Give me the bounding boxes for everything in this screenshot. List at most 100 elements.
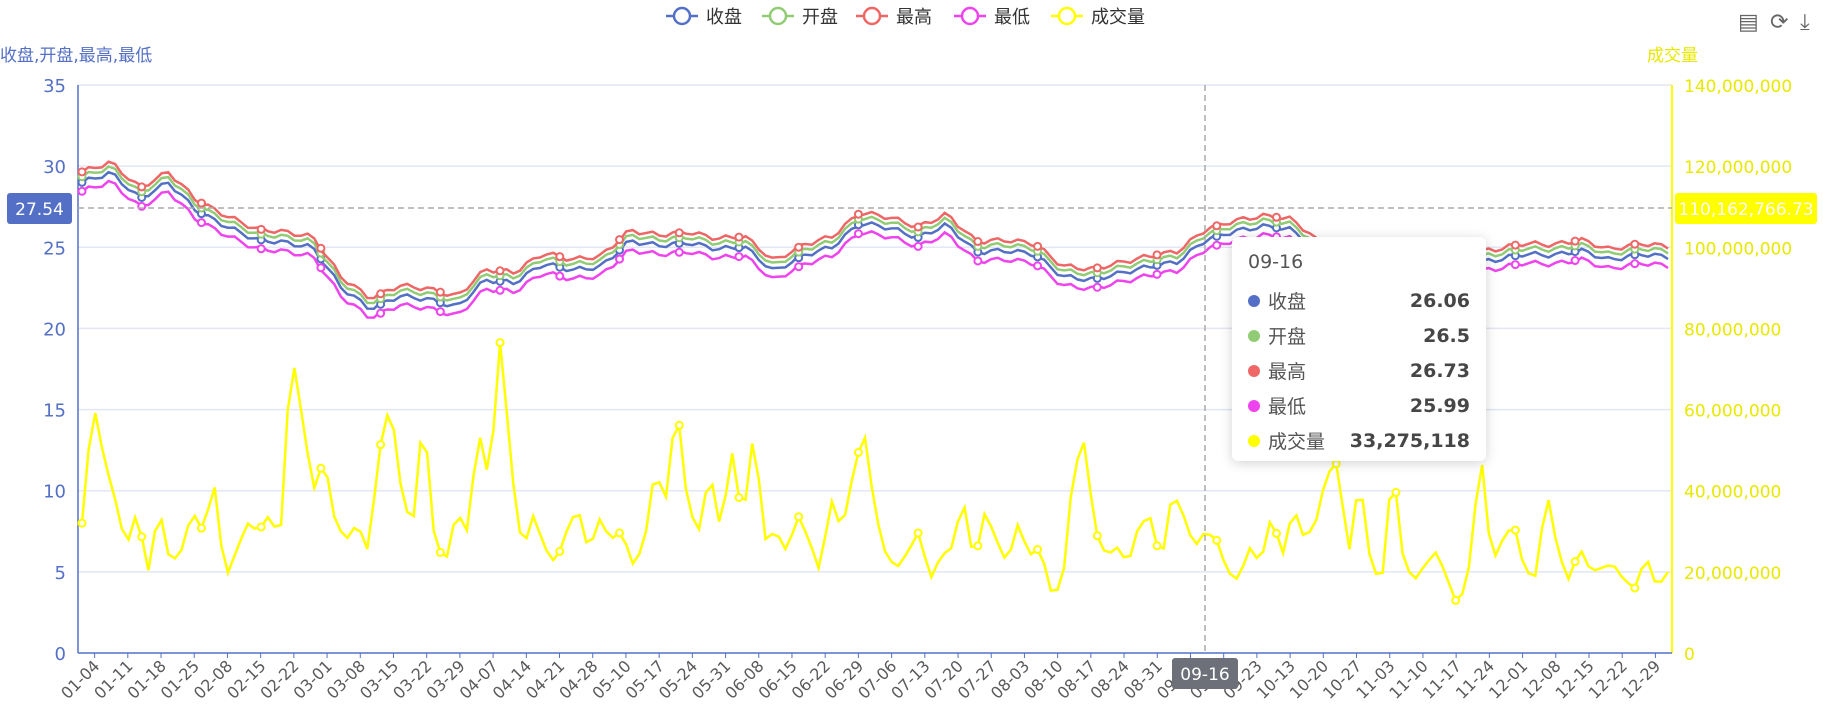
- price-point: [674, 247, 684, 257]
- tooltip-value: 25.99: [1409, 394, 1470, 417]
- volume-point: [1092, 531, 1102, 541]
- tooltip-row: 成交量 33,275,118: [1248, 423, 1470, 458]
- volume-point: [495, 338, 505, 348]
- price-point: [376, 308, 386, 318]
- volume-point: [137, 532, 147, 542]
- price-point: [376, 289, 386, 299]
- price-point: [316, 243, 326, 253]
- tooltip-value: 26.06: [1409, 289, 1470, 312]
- volume-point: [1570, 557, 1580, 567]
- price-point: [435, 307, 445, 317]
- y-right-tick-label: 60,000,000: [1684, 402, 1781, 422]
- y-left-tick-label: 15: [43, 401, 66, 422]
- tooltip-value: 33,275,118: [1349, 429, 1470, 452]
- tooltip-row: 开盘 26.5: [1248, 318, 1470, 353]
- tooltip: 09-16 收盘 26.06 开盘 26.5 最高 26.73 最低 25.99 成交量 33,2…: [1232, 237, 1486, 461]
- price-point: [1092, 282, 1102, 292]
- volume-point: [1331, 459, 1341, 469]
- tooltip-marker: [1248, 329, 1260, 342]
- tooltip-marker: [1248, 294, 1260, 307]
- y-right-axis-name: 成交量: [1647, 46, 1698, 66]
- price-point: [1630, 239, 1640, 249]
- price-point: [1630, 259, 1640, 269]
- price-point: [674, 228, 684, 238]
- y-right-tick-label: 0: [1684, 645, 1695, 665]
- tooltip-value: 26.5: [1423, 324, 1470, 347]
- crosshair-y-left-label: 27.54: [15, 200, 64, 220]
- legend-item: 开盘: [802, 7, 838, 28]
- legend-marker: [1057, 6, 1077, 26]
- price-point: [1212, 221, 1222, 231]
- tooltip-marker: [1248, 399, 1260, 412]
- volume-point: [256, 522, 266, 532]
- price-point: [973, 256, 983, 266]
- crosshair-y-right-label: 110,162,766.73: [1678, 200, 1813, 220]
- legend-marker: [768, 6, 788, 26]
- y-right-tick-label: 40,000,000: [1684, 483, 1781, 503]
- volume-point: [615, 528, 625, 538]
- chart-container: 0 5 10 15 20 25 30 35 0 20,000,000 40,000,000 60,00…: [0, 0, 1823, 713]
- price-point: [1271, 212, 1281, 222]
- tooltip-rows: 收盘 26.06 开盘 26.5 最高 26.73 最低 25.99 成交量 33,275,118: [1248, 283, 1470, 458]
- tooltip-series-name: 开盘: [1268, 326, 1307, 348]
- y-left-tick-label: 30: [43, 157, 66, 178]
- price-point: [1510, 260, 1520, 270]
- crosshair-x-label: 09-16: [1180, 665, 1229, 685]
- restore-icon[interactable]: ⟳: [1770, 10, 1788, 35]
- price-point: [1033, 241, 1043, 251]
- price-point: [77, 186, 87, 196]
- price-point: [913, 222, 923, 232]
- volume-point: [1271, 528, 1281, 538]
- tooltip-row: 最低 25.99: [1248, 388, 1470, 423]
- volume-point: [196, 523, 206, 533]
- price-point: [1152, 269, 1162, 279]
- legend-marker: [960, 6, 980, 26]
- volume-point: [794, 512, 804, 522]
- tooltip-marker: [1248, 364, 1260, 377]
- price-point: [734, 232, 744, 242]
- tooltip-row: 收盘 26.06: [1248, 283, 1470, 318]
- y-left-tick-label: 0: [55, 644, 66, 665]
- price-point: [435, 287, 445, 297]
- price-point: [316, 263, 326, 273]
- price-point: [137, 182, 147, 192]
- tooltip-series-name: 最高: [1268, 361, 1307, 383]
- x-tick-label: 12-29: [1618, 656, 1664, 702]
- tooltip-row: 最高 26.73: [1248, 353, 1470, 388]
- legend-marker: [862, 6, 882, 26]
- price-point: [1510, 240, 1520, 250]
- volume-point: [1033, 544, 1043, 554]
- price-point: [1570, 236, 1580, 246]
- price-point: [495, 266, 505, 276]
- save-image-icon[interactable]: ⤓: [1800, 10, 1810, 35]
- tooltip-series-name: 成交量: [1268, 431, 1326, 453]
- price-point: [196, 218, 206, 228]
- volume-point: [734, 493, 744, 503]
- volume-point: [1212, 535, 1222, 545]
- price-point: [196, 198, 206, 208]
- tooltip-series-name: 收盘: [1268, 291, 1307, 313]
- price-point: [794, 242, 804, 252]
- volume-point: [674, 420, 684, 430]
- volume-point: [973, 541, 983, 551]
- price-point: [555, 271, 565, 281]
- volume-point: [77, 518, 87, 528]
- legend-item: 成交量: [1091, 7, 1145, 28]
- price-point: [734, 252, 744, 262]
- volume-point: [1510, 525, 1520, 535]
- price-point: [853, 229, 863, 239]
- y-right-tick-label: 20,000,000: [1684, 564, 1781, 584]
- y-right-tick-label: 80,000,000: [1684, 320, 1781, 340]
- price-point: [615, 235, 625, 245]
- price-point: [256, 244, 266, 254]
- volume-point: [853, 447, 863, 457]
- price-point: [973, 236, 983, 246]
- legend-marker: [672, 6, 692, 26]
- price-point: [555, 252, 565, 262]
- price-point: [794, 262, 804, 272]
- data-view-icon[interactable]: ▤: [1738, 10, 1759, 35]
- price-point: [1092, 263, 1102, 273]
- price-point: [1033, 261, 1043, 271]
- y-right-tick-label: 120,000,000: [1684, 158, 1792, 178]
- volume-point: [1152, 541, 1162, 551]
